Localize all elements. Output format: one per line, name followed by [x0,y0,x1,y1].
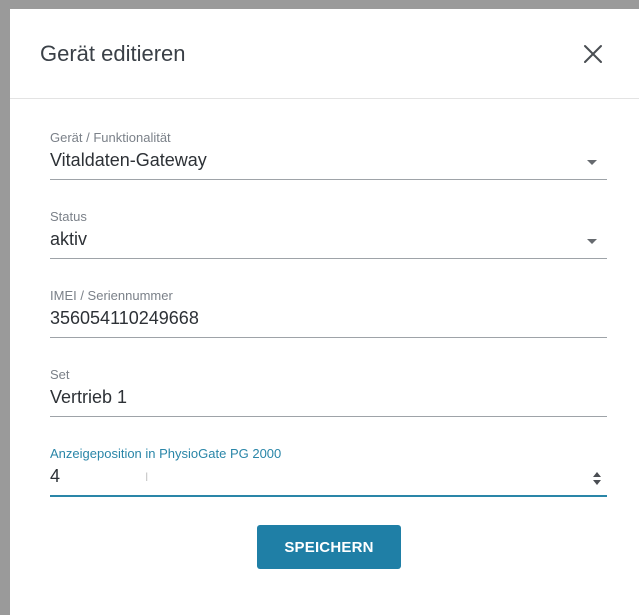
field-underline [50,337,607,338]
field-underline [50,258,607,259]
set-value: Vertrieb 1 [50,387,128,407]
imei-field[interactable]: IMEI / Seriennummer 356054110249668 [50,288,607,340]
status-value: aktiv [50,229,88,249]
imei-label: IMEI / Seriennummer [50,288,173,303]
set-label: Set [50,367,70,382]
dialog-header: Gerät editieren [10,9,639,99]
edit-device-dialog: Gerät editieren Gerät / Funktionalität V… [10,9,639,615]
number-stepper[interactable] [591,470,603,488]
device-function-label: Gerät / Funktionalität [50,130,171,145]
set-field[interactable]: Set Vertrieb 1 [50,367,607,419]
field-underline [50,179,607,180]
status-label: Status [50,209,87,224]
field-underline [50,416,607,417]
close-button[interactable] [582,43,604,65]
device-function-select[interactable]: Gerät / Funktionalität Vitaldaten-Gatewa… [50,130,607,182]
status-select[interactable]: Status aktiv [50,209,607,261]
stepper-down-icon[interactable] [593,480,601,485]
chevron-down-icon [587,160,597,165]
display-position-value: 4 [50,466,61,486]
text-cursor-icon: I [145,470,149,484]
close-icon [584,45,602,63]
device-function-value: Vitaldaten-Gateway [50,150,207,170]
stepper-up-icon[interactable] [593,472,601,477]
dialog-title: Gerät editieren [40,41,186,66]
display-position-field[interactable]: Anzeigeposition in PhysioGate PG 2000 4 … [50,446,607,498]
field-underline [50,495,607,497]
display-position-label: Anzeigeposition in PhysioGate PG 2000 [50,446,282,461]
save-button[interactable]: SPEICHERN [257,525,401,569]
chevron-down-icon [587,239,597,244]
imei-value: 356054110249668 [50,308,199,328]
